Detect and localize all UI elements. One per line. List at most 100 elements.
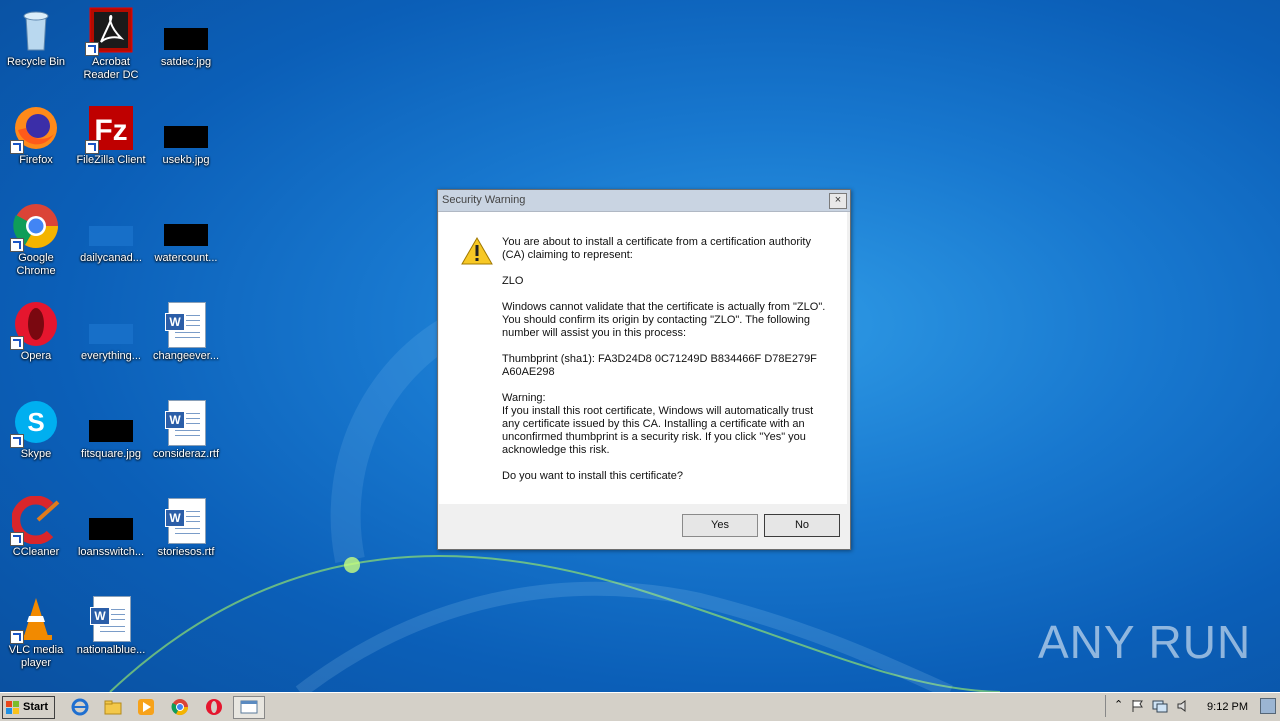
volume-icon[interactable] (1176, 699, 1190, 713)
icon-label: changeever... (152, 350, 220, 362)
shortcut-arrow-icon (85, 140, 99, 154)
desktop-icon-satdec[interactable]: satdec.jpg (150, 6, 222, 69)
action-center-flag-icon[interactable] (1130, 699, 1144, 713)
dialog-message: You are about to install a certificate f… (502, 236, 832, 496)
image-file-icon (162, 6, 210, 54)
recycle-bin-icon (12, 6, 60, 54)
thumbnail (89, 518, 133, 540)
image-file-icon (87, 300, 135, 348)
media-player-icon[interactable] (137, 698, 155, 716)
warning-icon (461, 236, 493, 265)
dialog-titlebar[interactable]: Security Warning × (438, 190, 850, 212)
start-label: Start (23, 701, 49, 713)
icon-label: consideraz.rtf (152, 448, 220, 460)
chrome-taskbar-icon[interactable] (171, 698, 189, 716)
icon-label: storiesos.rtf (157, 546, 215, 558)
desktop-icon-fitsquare[interactable]: fitsquare.jpg (75, 398, 147, 461)
desktop-icon-nationalblue[interactable]: W nationalblue... (75, 594, 147, 657)
start-button[interactable]: Start (2, 696, 55, 719)
word-document-icon: W (162, 496, 210, 544)
desktop-icon-skype[interactable]: S Skype (0, 398, 72, 461)
windows-logo-icon (6, 701, 19, 714)
opera-taskbar-icon[interactable] (205, 698, 223, 716)
desktop-icon-consideraz[interactable]: W consideraz.rtf (150, 398, 222, 461)
icon-label: Skype (20, 448, 52, 460)
desktop-icon-acrobat-reader[interactable]: Acrobat Reader DC (75, 6, 147, 82)
shortcut-arrow-icon (10, 238, 24, 252)
file-explorer-icon[interactable] (104, 698, 122, 716)
icon-label: Recycle Bin (6, 56, 66, 68)
network-icon[interactable] (1152, 699, 1168, 713)
show-desktop-button[interactable] (1260, 698, 1276, 714)
desktop-icon-everything[interactable]: everything... (75, 300, 147, 363)
image-file-icon (87, 398, 135, 446)
image-file-icon (87, 496, 135, 544)
desktop-icon-filezilla[interactable]: Fz FileZilla Client (75, 104, 147, 167)
question-text: Do you want to install this certificate? (502, 470, 683, 482)
close-button[interactable]: × (829, 193, 847, 209)
intro-text: You are about to install a certificate f… (502, 236, 811, 261)
icon-label: fitsquare.jpg (81, 448, 141, 460)
taskbar-window-button[interactable] (233, 696, 265, 719)
desktop-icon-usekb[interactable]: usekb.jpg (150, 104, 222, 167)
dialog-button-row: Yes No (439, 505, 847, 547)
icon-label: satdec.jpg (160, 56, 212, 68)
icon-label: watercount... (154, 252, 218, 264)
shortcut-arrow-icon (10, 140, 24, 154)
desktop-icon-firefox[interactable]: Firefox (0, 104, 72, 167)
desktop-icon-vlc[interactable]: VLC media player (0, 594, 72, 670)
desktop-icon-ccleaner[interactable]: CCleaner (0, 495, 72, 559)
no-button[interactable]: No (764, 514, 840, 537)
thumbnail (164, 28, 208, 50)
thumbprint-text: Thumbprint (sha1): FA3D24D8 0C71249D B83… (502, 353, 817, 378)
dialog-title: Security Warning (442, 194, 526, 206)
icon-label: CCleaner (12, 546, 60, 558)
thumbnail (164, 224, 208, 246)
image-file-icon (162, 104, 210, 152)
image-file-icon (87, 202, 135, 250)
firefox-icon (10, 104, 60, 154)
thumbnail (164, 126, 208, 148)
icon-label: VLC media player (8, 644, 64, 669)
desktop-icon-recycle-bin[interactable]: Recycle Bin (0, 6, 72, 69)
validation-text: Windows cannot validate that the certifi… (502, 301, 826, 339)
icon-label: Firefox (19, 154, 53, 166)
desktop-icon-changeever[interactable]: W changeever... (150, 300, 222, 363)
desktop-icon-storiesos[interactable]: W storiesos.rtf (150, 496, 222, 559)
icon-label: Opera (20, 350, 52, 362)
internet-explorer-icon[interactable] (71, 698, 89, 716)
certificate-window-icon (240, 700, 258, 714)
warning-text: If you install this root certificate, Wi… (502, 405, 814, 456)
icon-label: FileZilla Client (76, 154, 146, 166)
icon-label: Acrobat Reader DC (83, 56, 139, 81)
chrome-icon (10, 202, 60, 252)
show-hidden-icons-icon[interactable]: ⌃ (1114, 698, 1123, 711)
icon-label: Google Chrome (16, 252, 56, 277)
filezilla-icon: Fz (85, 104, 135, 154)
svg-text:S: S (27, 407, 44, 437)
icon-label: dailycanad... (80, 252, 142, 264)
desktop-icon-google-chrome[interactable]: Google Chrome (0, 202, 72, 278)
svg-text:Fz: Fz (94, 114, 127, 147)
shortcut-arrow-icon (10, 434, 24, 448)
image-file-icon (162, 202, 210, 250)
word-document-icon: W (87, 594, 135, 642)
shortcut-arrow-icon (10, 532, 24, 546)
word-document-icon: W (162, 300, 210, 348)
shortcut-arrow-icon (10, 630, 24, 644)
desktop-icon-dailycanad[interactable]: dailycanad... (75, 202, 147, 265)
desktop-icon-opera[interactable]: Opera (0, 300, 72, 363)
desktop-icon-watercount[interactable]: watercount... (150, 202, 222, 265)
icon-label: loansswitch... (77, 546, 145, 558)
desktop-icon-loansswitch[interactable]: loansswitch... (75, 496, 147, 559)
icon-label: nationalblue... (76, 644, 146, 656)
warning-heading: Warning: (502, 392, 546, 404)
shortcut-arrow-icon (85, 42, 99, 56)
anyrun-watermark: ANY RUN (1038, 616, 1252, 668)
opera-icon (10, 300, 60, 350)
security-warning-dialog: Security Warning × You are about to inst… (437, 189, 851, 550)
yes-button[interactable]: Yes (682, 514, 758, 537)
clock[interactable]: 9:12 PM (1207, 701, 1248, 713)
thumbnail (89, 420, 133, 442)
icon-label: usekb.jpg (162, 154, 210, 166)
